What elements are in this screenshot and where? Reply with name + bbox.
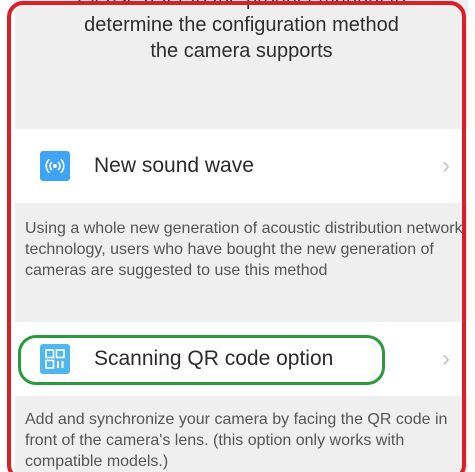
instruction-line-3: the camera supports — [150, 40, 333, 62]
chevron-right-icon: › — [442, 152, 450, 179]
chevron-right-icon: › — [442, 345, 450, 372]
qr-code-option[interactable]: Scanning QR code option › — [15, 322, 468, 396]
screen: Please refer to the product manual to de… — [0, 0, 475, 472]
instruction-text: Please refer to the product manual to de… — [15, 0, 468, 64]
qr-code-description: Add and synchronize your camera by facin… — [25, 411, 448, 470]
qr-code-option-label: Scanning QR code option — [94, 347, 334, 370]
qr-code-icon — [40, 344, 70, 374]
sound-wave-option[interactable]: New sound wave › — [15, 129, 468, 203]
sound-wave-icon — [40, 151, 70, 181]
configuration-method-panel: Please refer to the product manual to de… — [15, 0, 468, 472]
sound-wave-option-label: New sound wave — [94, 154, 254, 177]
sound-wave-description: Using a whole new generation of acoustic… — [25, 220, 463, 279]
instruction-line-1: Please refer to the product manual to — [15, 0, 468, 12]
instruction-line-2: determine the configuration method — [84, 14, 399, 36]
